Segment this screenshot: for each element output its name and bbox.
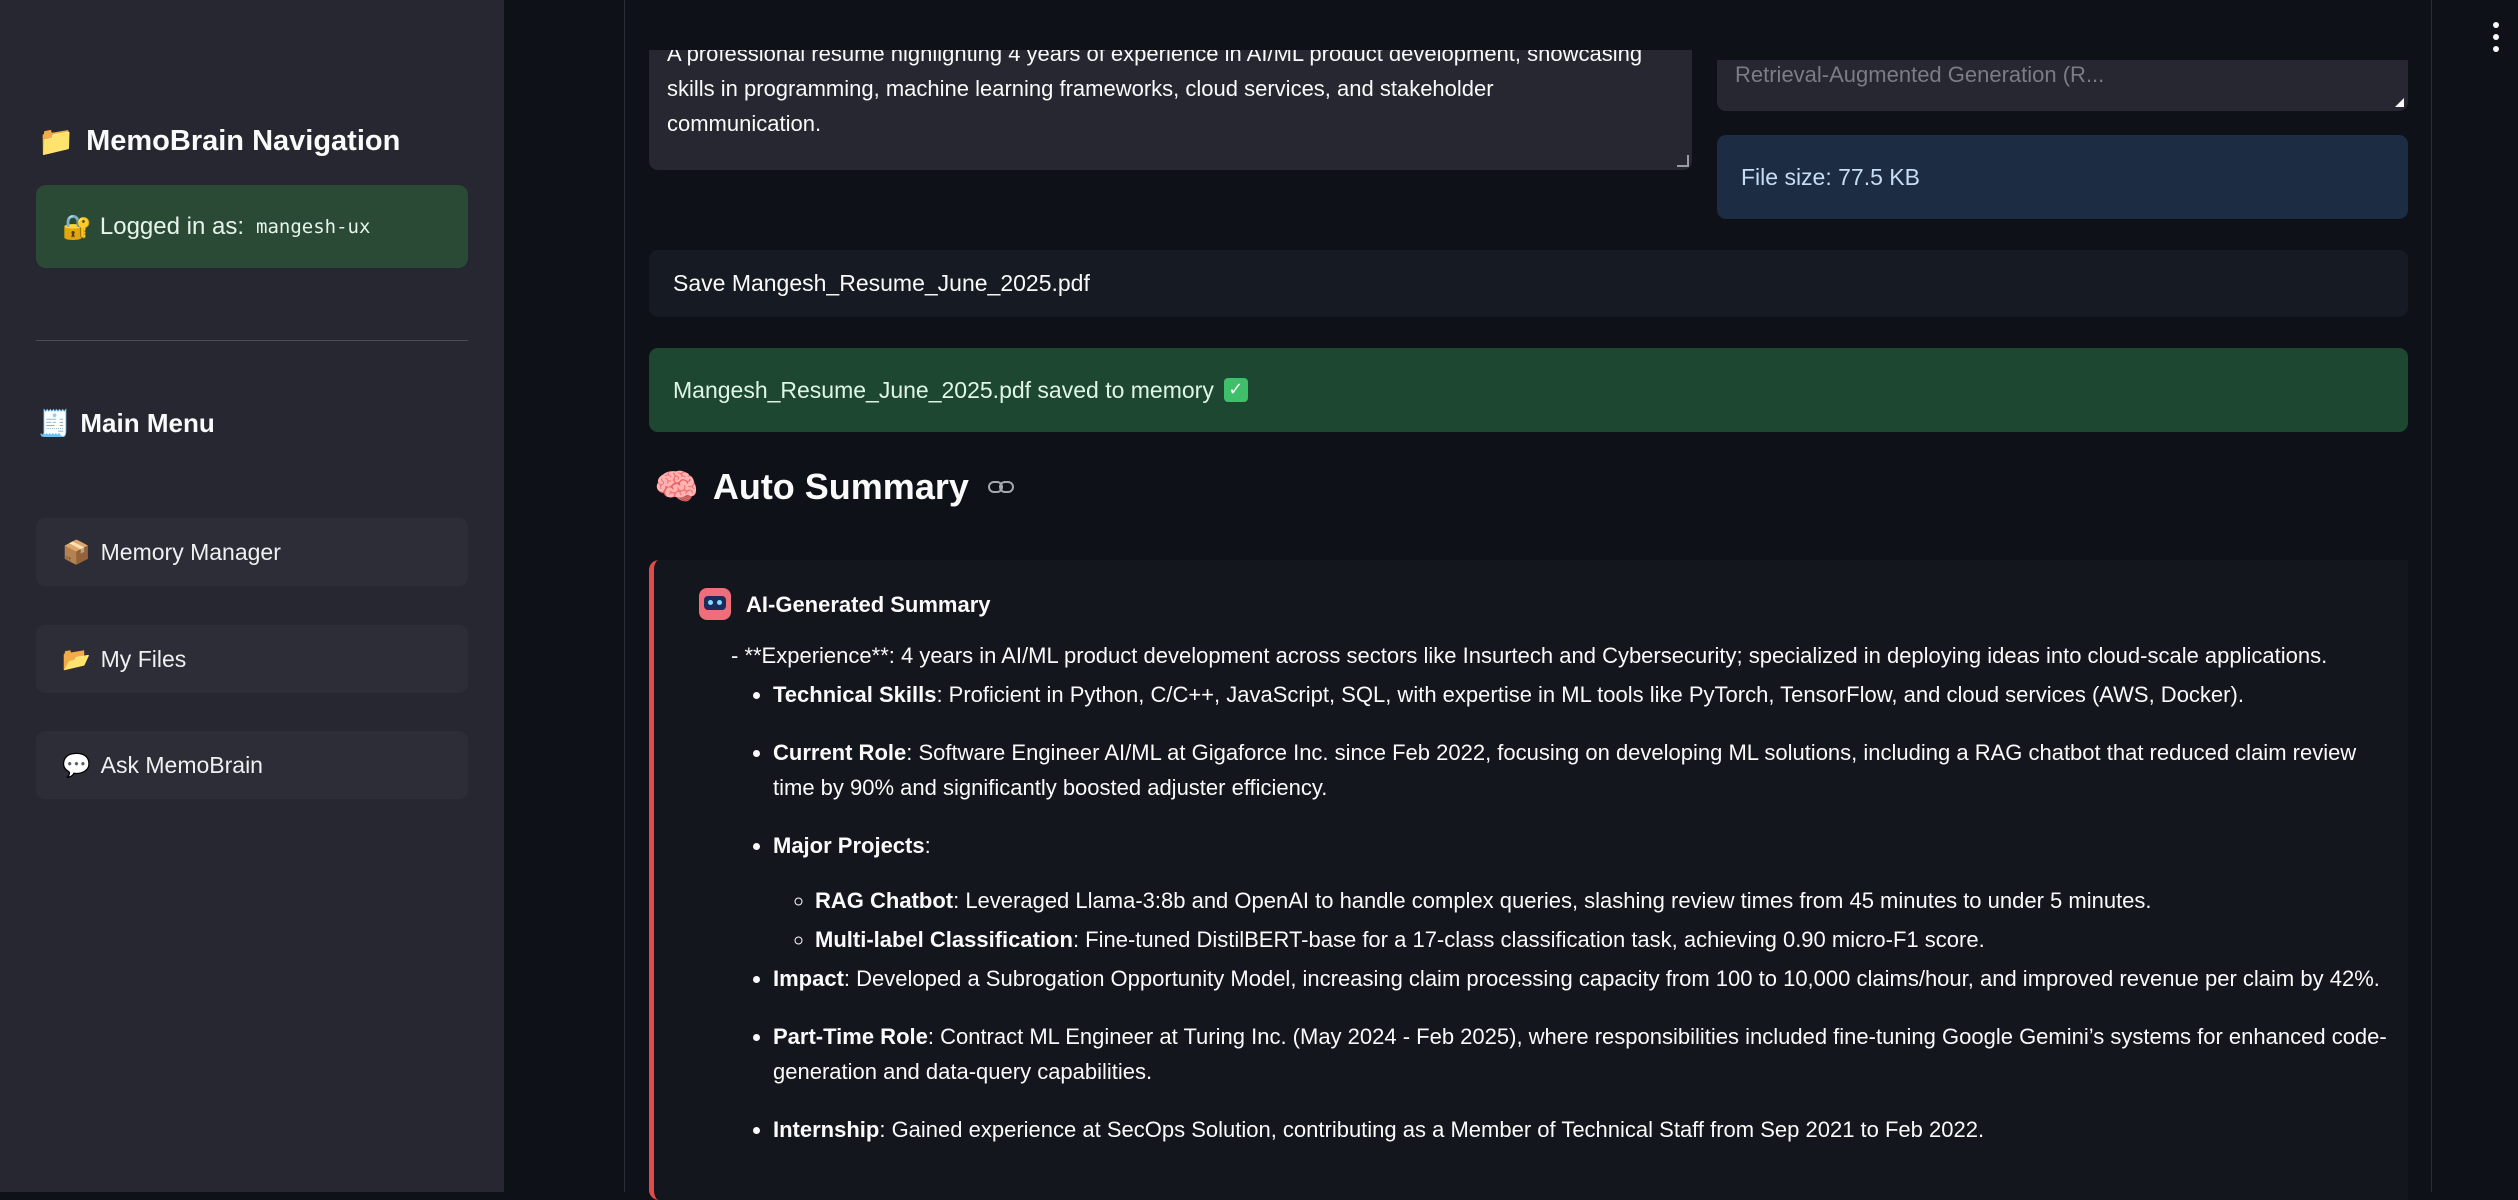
list-item: Impact: Developed a Subrogation Opportun… [773, 961, 2391, 996]
item-text: : Gained experience at SecOps Solution, … [879, 1117, 1985, 1142]
resize-handle-icon[interactable] [1677, 155, 1689, 167]
sidebar-item-label: Memory Manager [100, 538, 281, 565]
list-item: Technical Skills: Proficient in Python, … [773, 677, 2391, 712]
section-title: Auto Summary [712, 466, 969, 507]
item-text: : Contract ML Engineer at Turing Inc. (M… [773, 1024, 2387, 1084]
tags-input-text: Retrieval-Augmented Generation (R... [1735, 62, 2105, 87]
folder-icon: 📁 [38, 124, 75, 158]
main-menu-title: Main Menu [80, 408, 215, 438]
item-heading: Current Role [773, 740, 907, 765]
list-item: Current Role: Software Engineer AI/ML at… [773, 735, 2391, 805]
speech-bubble-icon: 💬 [62, 752, 91, 779]
robot-icon [699, 588, 731, 620]
package-icon: 📦 [62, 539, 91, 566]
login-label: Logged in as: [99, 212, 245, 240]
sub-list-item: RAG Chatbot: Leveraged Llama-3:8b and Op… [815, 883, 2391, 918]
item-heading: Major Projects [773, 833, 925, 858]
file-size-info: File size: 77.5 KB [1717, 135, 2408, 219]
checkmark-icon: ✓ [1223, 378, 1248, 402]
item-text: : Fine-tuned DistilBERT-base for a 17-cl… [1072, 927, 1985, 952]
sub-list: RAG Chatbot: Leveraged Llama-3:8b and Op… [773, 883, 2391, 957]
description-line: A professional resume highlighting 4 yea… [667, 50, 1643, 66]
main-menu-heading: 🧾 Main Menu [38, 408, 215, 439]
item-text: : [924, 833, 931, 858]
sidebar-item-ask-memobrain[interactable]: 💬 Ask MemoBrain [36, 731, 468, 799]
sidebar-item-memory-manager[interactable]: 📦 Memory Manager [36, 518, 468, 586]
more-options-icon[interactable] [2492, 22, 2500, 52]
description-line: communication. [667, 111, 822, 136]
sidebar-item-label: Ask MemoBrain [100, 751, 263, 778]
username: mangesh-ux [256, 215, 371, 238]
list-item: Internship: Gained experience at SecOps … [773, 1112, 2391, 1147]
item-heading: Multi-label Classification [815, 927, 1073, 952]
item-text: : Software Engineer AI/ML at Gigaforce I… [773, 740, 2357, 800]
item-heading: Impact [773, 966, 844, 991]
sub-list-item: Multi-label Classification: Fine-tuned D… [815, 922, 2391, 957]
link-icon[interactable] [987, 479, 1015, 495]
brain-icon: 🧠 [654, 467, 699, 508]
sidebar-item-label: My Files [100, 645, 187, 672]
item-heading: Technical Skills [773, 682, 937, 707]
lock-icon: 🔐 [62, 212, 92, 241]
ai-summary-message: AI-Generated Summary - **Experience**: 4… [649, 560, 2408, 1200]
list-item: Part-Time Role: Contract ML Engineer at … [773, 1019, 2391, 1089]
login-status-box: 🔐 Logged in as: mangesh-ux [36, 185, 468, 268]
item-heading: Part-Time Role [773, 1024, 928, 1049]
item-text: : Developed a Subrogation Opportunity Mo… [843, 966, 2380, 991]
success-message: Mangesh_Resume_June_2025.pdf saved to me… [673, 376, 1214, 403]
summary-body: - **Experience**: 4 years in AI/ML produ… [731, 638, 2391, 1170]
item-text: : Proficient in Python, C/C++, JavaScrip… [936, 682, 2244, 707]
summary-list: Technical Skills: Proficient in Python, … [731, 677, 2391, 1147]
sidebar-divider [36, 340, 468, 341]
tags-input[interactable]: Retrieval-Augmented Generation (R... [1717, 60, 2408, 111]
sidebar-item-my-files[interactable]: 📂 My Files [36, 625, 468, 693]
item-text: : Leveraged Llama-3:8b and OpenAI to han… [953, 888, 2152, 913]
description-textarea[interactable]: A professional resume highlighting 4 yea… [649, 50, 1692, 170]
sidebar: 📁 MemoBrain Navigation 🔐 Logged in as: m… [0, 0, 504, 1192]
save-success-alert: Mangesh_Resume_June_2025.pdf saved to me… [649, 348, 2408, 432]
receipt-icon: 🧾 [38, 408, 71, 439]
list-item: Major Projects: RAG Chatbot: Leveraged L… [773, 828, 2391, 957]
auto-summary-heading: 🧠 Auto Summary [654, 466, 1015, 508]
summary-intro: - **Experience**: 4 years in AI/ML produ… [731, 643, 2328, 668]
save-file-button[interactable]: Save Mangesh_Resume_June_2025.pdf [649, 250, 2408, 317]
open-folder-icon: 📂 [62, 646, 91, 673]
item-heading: RAG Chatbot [815, 888, 954, 913]
sidebar-title: 📁 MemoBrain Navigation [38, 124, 400, 159]
description-line: skills in programming, machine learning … [667, 76, 1494, 101]
resize-corner-icon[interactable] [2395, 98, 2404, 107]
summary-title: AI-Generated Summary [746, 592, 991, 617]
sidebar-title-text: MemoBrain Navigation [86, 125, 401, 157]
item-heading: Internship [773, 1117, 880, 1142]
